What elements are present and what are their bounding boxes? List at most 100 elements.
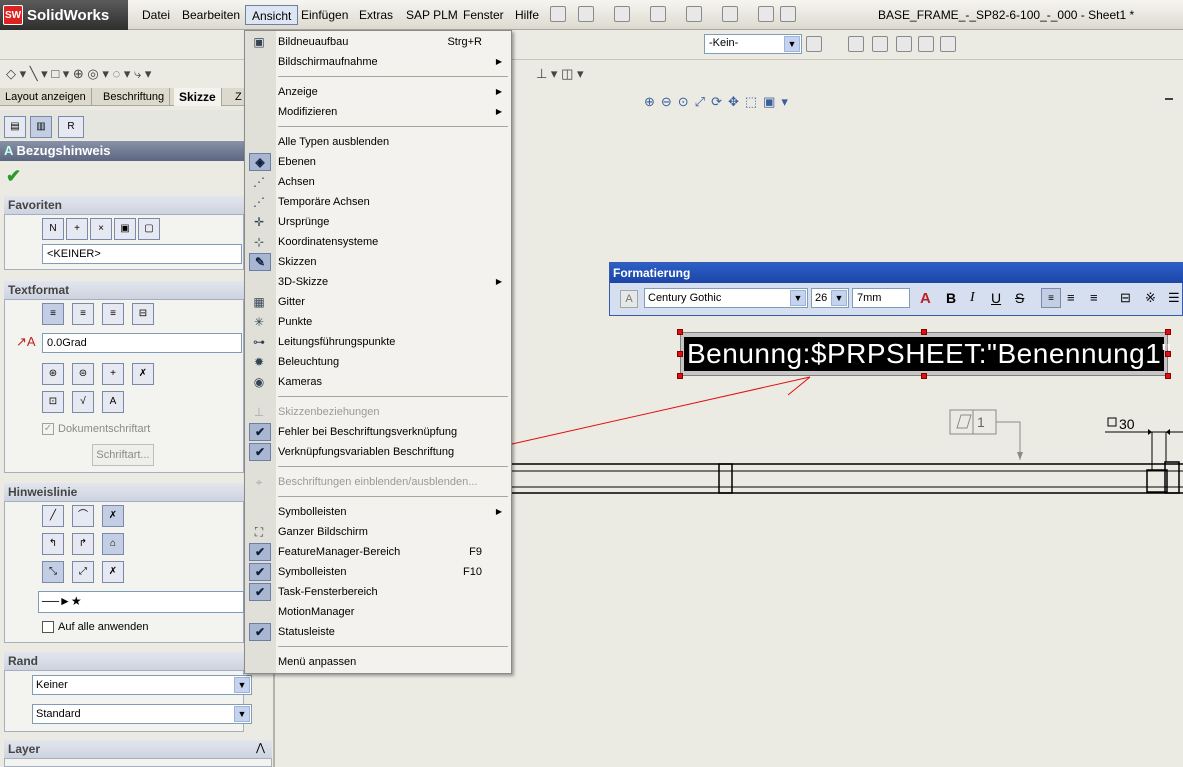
menu-item[interactable]: Statusleiste <box>278 622 510 642</box>
configuration-manager-icon[interactable]: R <box>58 116 84 138</box>
geometric-tolerance-icon[interactable]: ⊡ <box>42 391 64 413</box>
sketch-relations-icon: ⊥ <box>253 405 265 419</box>
tab-skizze[interactable]: Skizze <box>174 88 222 106</box>
menu-item[interactable]: Kameras <box>278 372 510 392</box>
text-align-left-icon[interactable]: ≡ <box>42 303 64 325</box>
confirm-icon[interactable]: ✔ <box>6 166 21 187</box>
symbol-icon[interactable]: ※ <box>1145 290 1156 306</box>
checkmark-icon: ✔ <box>249 543 271 561</box>
menu-item[interactable]: Symbolleisten ▶ <box>278 502 510 522</box>
border-size-select[interactable]: Standard ▼ <box>32 704 252 724</box>
tab-beschriftung[interactable]: Beschriftung <box>98 88 171 106</box>
favorite-save-icon[interactable]: ▣ <box>114 218 136 240</box>
menu-item[interactable]: Modifizieren ▶ <box>278 102 510 122</box>
note-text[interactable]: Benunng:$PRPSHEET:"Benennung1" <box>684 337 1171 371</box>
apply-all-checkbox[interactable] <box>42 621 54 633</box>
doc-font-checkbox[interactable]: ✓ <box>42 423 54 435</box>
chevron-down-icon: ▼ <box>790 290 806 306</box>
property-manager-icon[interactable]: ▥ <box>30 116 52 138</box>
menu-item[interactable]: Temporäre Achsen <box>278 192 510 212</box>
resize-handle[interactable] <box>1165 373 1171 379</box>
menu-item[interactable]: Ursprünge <box>278 212 510 232</box>
bullets-icon[interactable]: ☰ <box>1168 290 1180 306</box>
menu-item[interactable]: FeatureManager-Bereich F9 <box>278 542 510 562</box>
italic-button[interactable]: I <box>970 290 975 306</box>
font-color-button[interactable]: A <box>920 290 931 307</box>
menu-item[interactable]: Gitter <box>278 292 510 312</box>
tab-layout-anzeigen[interactable]: Layout anzeigen <box>0 88 92 106</box>
align-right-icon[interactable]: ≡ <box>1090 290 1098 305</box>
menu-item[interactable]: Leitungsführungspunkte <box>278 332 510 352</box>
align-left-icon[interactable]: ≡ <box>1041 288 1061 308</box>
text-style-icon[interactable]: A <box>620 290 638 308</box>
menu-item[interactable]: Beleuchtung <box>278 352 510 372</box>
leader-auto-icon[interactable]: ⤡ <box>42 561 64 583</box>
border-style-select[interactable]: Keiner ▼ <box>32 675 252 695</box>
leader-nearest-icon[interactable]: ⌂ <box>102 533 124 555</box>
datum-feature-icon[interactable]: A <box>102 391 124 413</box>
leader-straight-icon[interactable]: ╱ <box>42 505 64 527</box>
text-justify-icon[interactable]: ⊟ <box>132 303 154 325</box>
menu-item[interactable]: Ganzer Bildschirm <box>278 522 510 542</box>
chevron-down-icon: ▼ <box>234 706 250 722</box>
menu-item[interactable]: Verknüpfungsvariablen Beschriftung <box>278 442 510 462</box>
checkmark-icon: ✔ <box>249 443 271 461</box>
resize-handle[interactable] <box>677 329 683 335</box>
menu-item[interactable]: Ebenen <box>278 152 510 172</box>
text-align-right-icon[interactable]: ≡ <box>102 303 124 325</box>
font-button[interactable]: Schriftart... <box>92 444 154 466</box>
menu-item[interactable]: Skizzen <box>278 252 510 272</box>
link-property-icon[interactable]: ⊜ <box>72 363 94 385</box>
leader-none-icon[interactable]: ✗ <box>102 505 124 527</box>
font-select[interactable]: Century Gothic ▼ <box>644 288 808 308</box>
resize-handle[interactable] <box>1165 329 1171 335</box>
favoriten-heading: Favoriten <box>4 196 244 214</box>
menu-item[interactable]: Anzeige ▶ <box>278 82 510 102</box>
menu-item[interactable]: Menü anpassen <box>278 652 510 672</box>
leader-underline-icon[interactable]: ✗ <box>102 561 124 583</box>
leader-spline-icon[interactable]: ⤢ <box>72 561 94 583</box>
bulb-icon: ✹ <box>253 355 265 369</box>
resize-handle[interactable] <box>677 373 683 379</box>
underline-button[interactable]: U <box>991 290 1001 306</box>
align-center-icon[interactable]: ≡ <box>1067 290 1075 305</box>
collapse-icon[interactable]: ⋀ <box>256 741 265 754</box>
feature-manager-icon[interactable]: ▤ <box>4 116 26 138</box>
favorite-load-icon[interactable]: ▢ <box>138 218 160 240</box>
points-icon: ✳ <box>253 315 265 329</box>
menu-item[interactable]: Bildneuaufbau Strg+R <box>278 32 510 52</box>
menu-item[interactable]: MotionManager <box>278 602 510 622</box>
strikethrough-button[interactable]: S <box>1015 290 1024 306</box>
menu-item[interactable]: Achsen <box>278 172 510 192</box>
leader-right-icon[interactable]: ↱ <box>72 533 94 555</box>
resize-handle[interactable] <box>677 351 683 357</box>
menu-item[interactable]: Alle Typen ausblenden <box>278 132 510 152</box>
leader-bent-icon[interactable]: ⌒ <box>72 505 94 527</box>
surface-finish-icon[interactable]: √ <box>72 391 94 413</box>
lock-symbol-icon[interactable]: ✗ <box>132 363 154 385</box>
menu-item[interactable]: Koordinatensysteme <box>278 232 510 252</box>
menu-item[interactable]: Bildschirmaufnahme ▶ <box>278 52 510 72</box>
menu-item[interactable]: Task-Fensterbereich <box>278 582 510 602</box>
favorite-apply-icon[interactable]: N <box>42 218 64 240</box>
menu-item[interactable]: Punkte <box>278 312 510 332</box>
angle-field[interactable]: 0.0Grad <box>42 333 242 353</box>
favorite-select[interactable]: <KEINER> <box>42 244 242 264</box>
menu-item[interactable]: Symbolleisten F10 <box>278 562 510 582</box>
insert-link-icon[interactable]: ⊛ <box>42 363 64 385</box>
font-size-select[interactable]: 26 ▼ <box>811 288 849 308</box>
resize-handle[interactable] <box>1165 351 1171 357</box>
leader-left-icon[interactable]: ↰ <box>42 533 64 555</box>
bold-button[interactable]: B <box>946 290 956 306</box>
add-symbol-icon[interactable]: + <box>102 363 124 385</box>
menu-item[interactable]: 3D-Skizze ▶ <box>278 272 510 292</box>
text-height-field[interactable]: 7mm <box>852 288 910 308</box>
stack-icon[interactable]: ⊟ <box>1120 290 1131 306</box>
favorite-delete-icon[interactable]: × <box>90 218 112 240</box>
favorite-add-icon[interactable]: + <box>66 218 88 240</box>
menu-item[interactable]: Fehler bei Beschriftungsverknüpfung <box>278 422 510 442</box>
text-align-center-icon[interactable]: ≡ <box>72 303 94 325</box>
arrow-style-select[interactable]: ──►★ <box>38 591 244 613</box>
resize-handle[interactable] <box>921 373 927 379</box>
resize-handle[interactable] <box>921 329 927 335</box>
